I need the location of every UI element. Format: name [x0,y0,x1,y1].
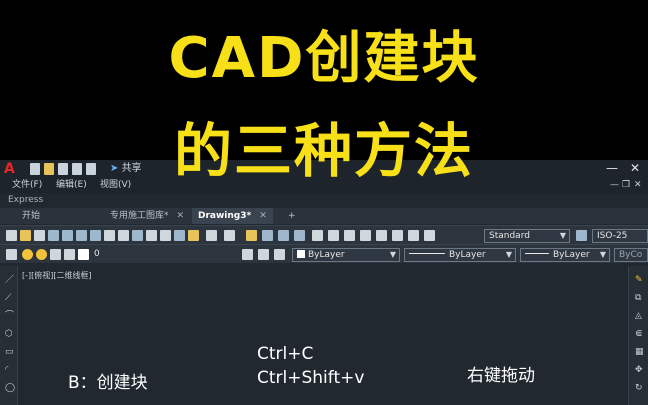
save-icon[interactable] [34,230,45,241]
array-icon[interactable]: ▦ [635,348,644,357]
xref-icon[interactable] [188,230,199,241]
color-select[interactable]: ByLayer ▼ [292,248,400,262]
method-right-drag: 右键拖动 [467,366,535,386]
method-copy-shortcut: Ctrl+C [257,344,314,364]
line-icon[interactable]: ／ [5,276,14,285]
current-layer-name[interactable]: 0 [94,248,100,261]
layer-previous-icon[interactable] [258,249,269,260]
layer-manager-icon[interactable] [6,249,17,260]
method-paste-block-shortcut: Ctrl+Shift+v [257,368,365,388]
undo-icon[interactable] [206,230,217,241]
close-icon[interactable]: ✕ [259,211,267,221]
plotstyle-value: ByCo [619,250,643,260]
lineweight-preview [525,253,549,254]
tool-palette-icon[interactable] [344,230,355,241]
open-icon[interactable] [20,230,31,241]
circle-icon[interactable]: ◯ [5,384,15,393]
menu-express[interactable]: Express [8,195,43,205]
linetype-select[interactable]: ByLayer ▼ [404,248,516,262]
polyline-icon[interactable]: ⌒ [5,312,14,321]
printer-icon[interactable] [64,249,75,260]
publish-icon[interactable] [76,230,87,241]
layer-color-icon [78,249,89,260]
arc-icon[interactable]: ◜ [5,366,14,375]
plotstyle-select[interactable]: ByCo [614,248,648,262]
chevron-down-icon: ▼ [389,250,396,259]
mirror-icon[interactable]: ◬ [635,312,644,321]
sheet-set-icon[interactable] [360,230,371,241]
modify-toolbar: ✎ ⧉ ◬ ⋐ ▦ ✥ ↻ [628,266,648,405]
tab-drawing3[interactable]: Drawing3* ✕ [192,208,273,224]
copy-object-icon[interactable]: ⧉ [635,294,644,303]
layer-states-icon[interactable] [274,249,285,260]
standard-toolbar: Standard ▼ ISO-25 [0,225,648,244]
match-prop-icon[interactable] [132,230,143,241]
paste-icon[interactable] [118,230,129,241]
markup-icon[interactable] [376,230,387,241]
insert-icon[interactable] [160,230,171,241]
construction-line-icon[interactable]: ⟋ [5,294,14,303]
new-icon[interactable] [6,230,17,241]
move-icon[interactable]: ✥ [635,366,644,375]
dim-style-icon[interactable] [576,230,587,241]
chevron-down-icon: ▼ [599,250,606,259]
make-current-icon[interactable] [242,249,253,260]
zoom-realtime-icon[interactable] [262,230,273,241]
linetype-value: ByLayer [449,250,486,260]
sun-icon[interactable] [36,249,47,260]
zoom-window-icon[interactable] [278,230,289,241]
color-value: ByLayer [308,250,345,260]
dim-style-value: ISO-25 [597,231,628,241]
lock-icon[interactable] [50,249,61,260]
redo-icon[interactable] [224,230,235,241]
properties-icon[interactable] [312,230,323,241]
preview-icon[interactable] [62,230,73,241]
rotate-icon[interactable]: ↻ [635,384,644,393]
attach-icon[interactable] [174,230,185,241]
text-style-select[interactable]: Standard ▼ [484,229,570,243]
lightbulb-icon[interactable] [22,249,33,260]
viewport-label[interactable]: [-][俯视][二维线框] [22,270,92,281]
tab-start[interactable]: 开始 [16,208,46,224]
tab-construction-library[interactable]: 专用施工图库* ✕ [104,208,190,224]
lineweight-value: ByLayer [553,250,590,260]
layers-toolbar: 0 ByLayer ▼ ByLayer ▼ ByLayer ▼ ByCo [0,244,648,263]
new-tab-button[interactable]: + [282,208,302,224]
design-center-icon[interactable] [328,230,339,241]
color-swatch [297,250,305,258]
offset-icon[interactable]: ⋐ [635,330,644,339]
chevron-down-icon: ▼ [559,231,566,240]
close-icon[interactable]: ✕ [177,211,185,221]
overlay-title-line1: CAD创建块 [168,26,480,91]
polygon-icon[interactable]: ⬡ [5,330,14,339]
lineweight-select[interactable]: ByLayer ▼ [520,248,610,262]
tab-library-label: 专用施工图库* [110,211,169,221]
rectangle-icon[interactable]: ▭ [5,348,14,357]
text-style-value: Standard [489,231,530,241]
overlay-title-line2: 的三种方法 [173,117,474,185]
calculator-icon[interactable] [392,230,403,241]
block-icon[interactable] [146,230,157,241]
plot-icon[interactable] [48,230,59,241]
document-tabs: 开始 专用施工图库* ✕ Drawing3* ✕ + [0,208,648,224]
pan-icon[interactable] [246,230,257,241]
linetype-preview [409,253,445,254]
zoom-prev-icon[interactable] [294,230,305,241]
chevron-down-icon: ▼ [505,250,512,259]
erase-icon[interactable]: ✎ [635,276,644,285]
method-create-block: B：创建块 [68,373,148,393]
copy-icon[interactable] [104,230,115,241]
dim-style-select[interactable]: ISO-25 [592,229,648,243]
tab-start-label: 开始 [22,211,41,221]
tab-drawing3-label: Drawing3* [198,211,252,221]
cut-icon[interactable] [90,230,101,241]
draw-toolbar: ／ ⟋ ⌒ ⬡ ▭ ◜ ◯ [0,266,18,405]
text-style-icon[interactable] [424,230,435,241]
help-icon[interactable] [408,230,419,241]
